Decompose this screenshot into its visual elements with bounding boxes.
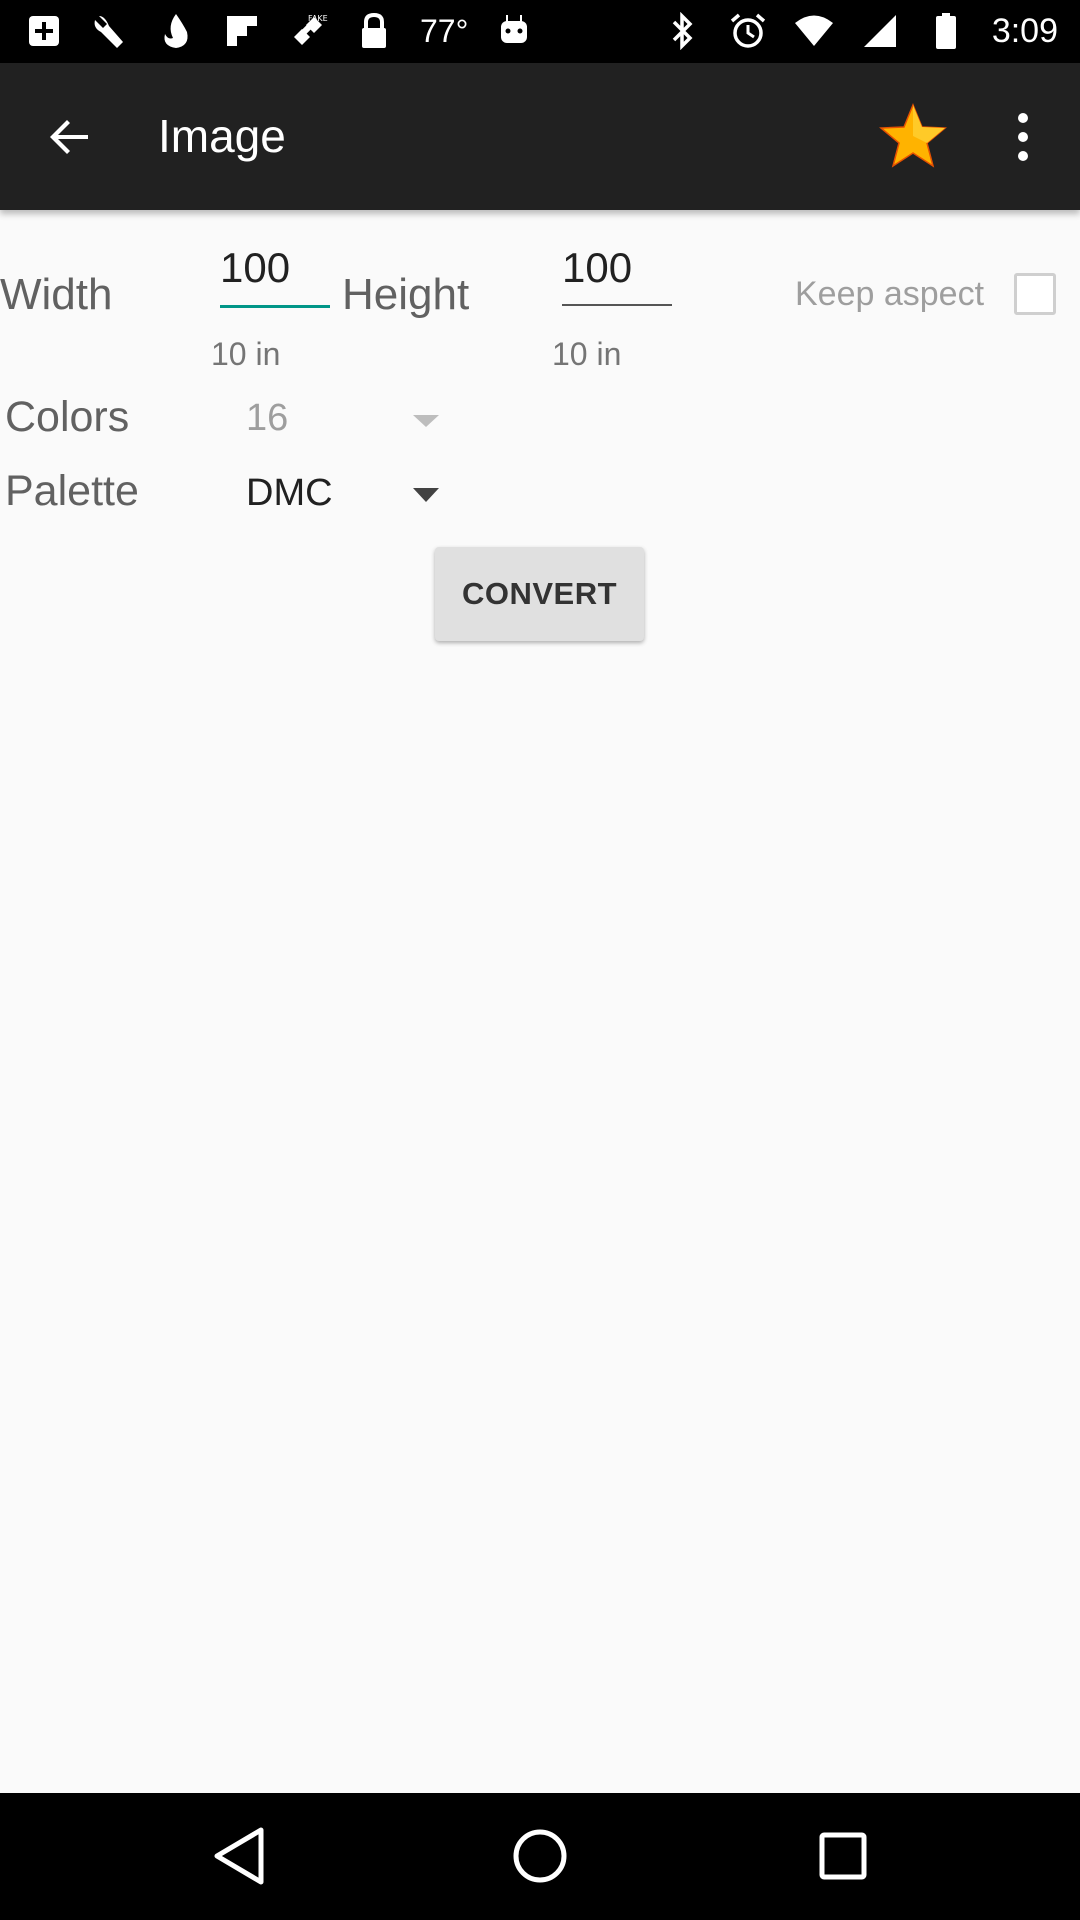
width-input-underline	[220, 305, 330, 308]
fake-gps-icon: FAKE	[288, 11, 328, 51]
page-title: Image	[158, 110, 286, 162]
square-recents-icon	[819, 1832, 867, 1880]
convert-button[interactable]: CONVERT	[435, 547, 644, 641]
battery-icon	[926, 11, 966, 51]
star-icon	[879, 103, 947, 168]
more-vert-icon	[1018, 113, 1028, 123]
palette-spinner[interactable]: DMC	[240, 460, 450, 526]
width-inches-text: 10 in	[211, 336, 281, 372]
wifi-icon	[794, 11, 834, 51]
palette-value: DMC	[246, 472, 333, 514]
svg-text:FAKE: FAKE	[308, 14, 328, 23]
height-label: Height	[342, 270, 470, 319]
flipboard-icon	[222, 11, 262, 51]
palette-label: Palette	[5, 467, 139, 515]
favorite-button[interactable]	[878, 101, 948, 171]
triangle-back-icon	[214, 1827, 264, 1885]
circle-home-icon	[513, 1829, 567, 1883]
lock-icon	[354, 11, 394, 51]
dropdown-arrow-icon	[413, 488, 439, 502]
colors-label: Colors	[5, 393, 130, 441]
keep-aspect-checkbox[interactable]	[1014, 273, 1056, 315]
width-label: Width	[0, 270, 113, 319]
nav-home-button[interactable]	[507, 1823, 573, 1889]
keep-aspect-label: Keep aspect	[795, 275, 985, 313]
width-input[interactable]: 100	[220, 244, 330, 292]
status-bar: FAKE 77° 3:09	[0, 0, 1080, 63]
navigation-bar	[0, 1793, 1080, 1920]
height-input-underline	[562, 304, 672, 306]
nav-back-button[interactable]	[206, 1823, 272, 1889]
back-button[interactable]	[40, 107, 100, 167]
status-left-icons: FAKE 77°	[24, 8, 534, 54]
status-right-icons: 3:09	[662, 8, 1058, 54]
temperature-text: 77°	[420, 12, 469, 49]
add-notification-icon	[24, 11, 64, 51]
app-bar: Image	[0, 63, 1080, 210]
signal-icon	[860, 11, 900, 51]
clock-text: 3:09	[991, 11, 1058, 50]
height-input[interactable]: 100	[562, 244, 672, 292]
arrow-back-icon	[50, 120, 88, 154]
nav-recents-button[interactable]	[810, 1823, 876, 1889]
dropdown-arrow-icon	[413, 415, 439, 427]
more-options-button[interactable]	[1000, 107, 1046, 167]
flame-icon	[156, 11, 196, 51]
wrench-icon	[90, 11, 130, 51]
colors-spinner[interactable]: 16	[240, 385, 450, 451]
height-inches-text: 10 in	[552, 336, 622, 372]
bluetooth-icon	[662, 11, 702, 51]
alarm-icon	[728, 11, 768, 51]
colors-value: 16	[246, 397, 289, 439]
android-icon	[494, 11, 534, 51]
